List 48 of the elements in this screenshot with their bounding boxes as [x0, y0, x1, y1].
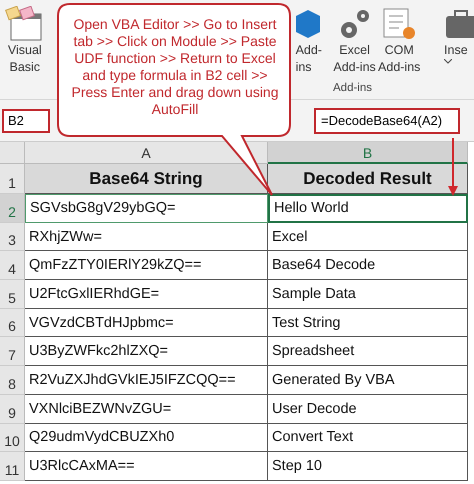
row-number[interactable]: 10	[0, 424, 25, 452]
table-cell: Generated By VBA	[268, 366, 468, 395]
table-cell: Convert Text	[268, 424, 468, 452]
ribbon-button[interactable]: COM Add-ins	[376, 6, 422, 76]
table-cell: RXhjZWw=	[25, 222, 268, 252]
table-cell: Hello World	[268, 194, 468, 223]
row-number[interactable]: 9	[0, 394, 25, 424]
table-cell: Spreadsheet	[268, 337, 468, 366]
callout-text: Open VBA Editor >> Go to Insert tab >> Click on Module >> Paste UDF function >> Return to Excel and type formula in B2 cell >> Press Enter and drag down using AutoFill	[70, 16, 280, 118]
table-cell: VGVzdCBTdHJpbmc=	[25, 308, 268, 338]
ribbon-button[interactable]: Visual Basic	[2, 6, 48, 76]
name-box[interactable]: B2	[2, 108, 50, 132]
table-cell: Sample Data	[268, 280, 468, 309]
table-cell: Excel	[268, 222, 468, 252]
table-cell: R2VuZXJhdGVkIEJ5IFZCQQ==	[25, 366, 268, 395]
checklist-gear-icon	[381, 6, 418, 42]
caret-icon	[444, 59, 452, 64]
table-cell: Step 10	[268, 452, 468, 481]
header-cell: Base64 String	[25, 164, 268, 194]
arrow	[448, 138, 458, 196]
row-number[interactable]: 4	[0, 251, 25, 280]
table-cell: U2FtcGxlIERhdGE=	[25, 280, 268, 309]
select-all-corner[interactable]	[0, 142, 25, 164]
ribbon-button[interactable]: Inse	[444, 6, 474, 76]
table-cell: Q29udmVydCBUZXh0	[25, 424, 268, 452]
row-number[interactable]: 1	[0, 164, 25, 194]
header-cell: Decoded Result	[268, 164, 468, 194]
ribbon-button[interactable]: Add- ins	[296, 6, 325, 76]
column-header[interactable]: A	[25, 142, 268, 164]
group-label: Add-ins	[333, 82, 372, 94]
row-number[interactable]: 8	[0, 366, 25, 395]
row-number[interactable]: 5	[0, 280, 25, 309]
row-number[interactable]: 11	[0, 452, 25, 481]
table-cell: Test String	[268, 308, 468, 338]
table-cell: QmFzZTY0IERlY29kZQ==	[25, 251, 268, 280]
table-cell: U3ByZWFkc2hlZXQ=	[25, 337, 268, 366]
row-number[interactable]: 2	[0, 194, 25, 223]
formula-field[interactable]: =DecodeBase64(A2)	[314, 108, 460, 134]
ribbon-button[interactable]: Excel Add-ins	[332, 6, 376, 76]
table-cell: SGVsbG8gV29ybGQ=	[25, 194, 268, 223]
column-header[interactable]: B	[268, 142, 468, 164]
table-cell: Base64 Decode	[268, 251, 468, 280]
row-number[interactable]: 6	[0, 308, 25, 338]
row-number[interactable]: 3	[0, 222, 25, 252]
table-cell: VXNlciBEZWNvZGU=	[25, 394, 268, 424]
table-cell: U3RlcCAxMA==	[25, 452, 268, 481]
table-cell: User Decode	[268, 394, 468, 424]
row-number[interactable]: 7	[0, 337, 25, 366]
